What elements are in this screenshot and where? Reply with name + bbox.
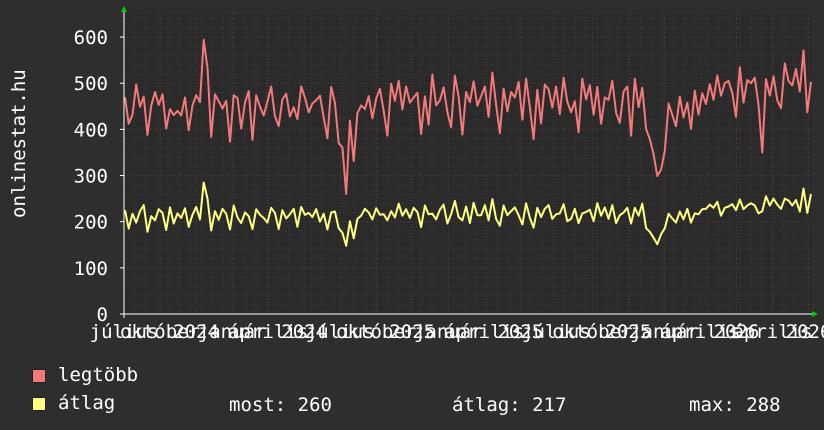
- stat-max: max: 288: [689, 394, 781, 416]
- y-tick-label: 400: [74, 119, 108, 141]
- plot-area: [124, 14, 812, 314]
- y-tick-label: 100: [74, 258, 108, 280]
- legend-label-atlag: átlag: [58, 392, 116, 414]
- x-tick-labels: júliusoktóber2024januáráprilis2024július…: [90, 321, 824, 343]
- y-axis-label: onlinestat.hu: [8, 69, 30, 218]
- y-tick-label: 200: [74, 212, 108, 234]
- chart-svg: 0100200300400500600 júliusoktóber2024jan…: [74, 6, 824, 343]
- legend-swatch-yellow: [32, 396, 46, 411]
- legend-label-legtobb: legtöbb: [58, 364, 139, 386]
- y-tick-label: 600: [74, 27, 108, 49]
- y-tick-labels: 0100200300400500600: [74, 27, 124, 326]
- y-axis-arrow: [121, 6, 127, 12]
- legend-swatch-red: [32, 368, 46, 383]
- legend-item-max-series: legtöbb: [32, 362, 138, 388]
- stat-current: most: 260: [229, 394, 332, 416]
- x-axis-arrow: [812, 311, 818, 317]
- y-tick-label: 500: [74, 73, 108, 95]
- x-tick-label: 2026: [786, 321, 824, 343]
- stat-average: átlag: 217: [452, 394, 567, 416]
- y-tick-label: 300: [74, 166, 108, 188]
- legend-item-avg-series: átlag: [32, 390, 115, 416]
